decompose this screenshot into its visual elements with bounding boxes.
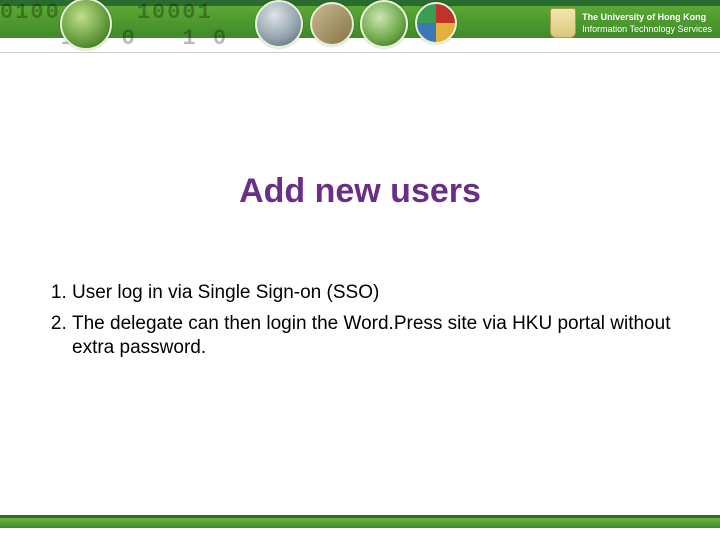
header-main-bar: 0100 10001 10 0 1 0 The University of Ho…: [0, 6, 720, 38]
list-item: User log in via Single Sign-on (SSO): [72, 281, 680, 306]
header-band: 0100 10001 10 0 1 0 The University of Ho…: [0, 0, 720, 52]
garden-photo-icon: [360, 0, 408, 48]
header-bottom-bar: [0, 38, 720, 53]
footer-white-gap: [0, 528, 720, 540]
instruction-list: User log in via Single Sign-on (SSO) The…: [40, 281, 680, 361]
slide-body: User log in via Single Sign-on (SSO) The…: [40, 281, 680, 361]
globe-icon: [60, 0, 112, 50]
org-name-line2: Information Technology Services: [582, 23, 712, 35]
campus-photo-icon: [310, 2, 354, 46]
org-block: The University of Hong Kong Information …: [550, 8, 712, 38]
org-text: The University of Hong Kong Information …: [582, 11, 712, 35]
building-photo-icon: [255, 0, 303, 48]
university-crest-icon: [550, 8, 576, 38]
color-wheel-icon: [415, 2, 457, 44]
org-name-line1: The University of Hong Kong: [582, 11, 712, 23]
slide-title: Add new users: [0, 172, 720, 211]
footer-bar: [0, 515, 720, 528]
list-item: The delegate can then login the Word.Pre…: [72, 312, 680, 361]
